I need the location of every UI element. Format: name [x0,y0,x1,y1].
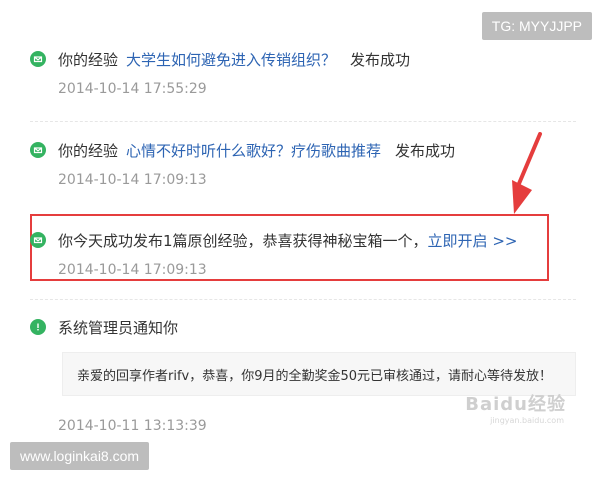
open-treasure-link[interactable]: 立即开启 >> [428,230,518,251]
admin-message: 亲爱的回享作者rifv，恭喜，你9月的全勤奖金50元已审核通过，请耐心等待发放！ [77,369,553,384]
feed-item: 你今天成功发布1篇原创经验，恭喜获得神秘宝箱一个， 立即开启 >> 2014-1… [30,228,576,278]
feed-item: 你的经验 大学生如何避免进入传销组织？ 发布成功 2014-10-14 17:5… [30,47,576,97]
feed-item-status: 发布成功 [395,141,456,160]
feed-item-header: 你的经验 心情不好时听什么歌好？疗伤歌曲推荐 发布成功 [30,138,576,162]
red-arrow-annotation [512,132,542,214]
divider [30,121,576,122]
feed-item: 你的经验 心情不好时听什么歌好？疗伤歌曲推荐 发布成功 2014-10-14 1… [30,138,576,188]
divider [30,299,576,300]
feed-item-time: 2014-10-11 13:13:39 [58,418,207,434]
mail-icon [30,232,46,248]
feed-item-header: 你的经验 大学生如何避免进入传销组织？ 发布成功 [30,47,576,71]
feed-item-prefix: 你的经验 [58,50,119,69]
experience-link[interactable]: 大学生如何避免进入传销组织？ [126,49,336,70]
feed-item-status: 发布成功 [350,50,411,69]
mail-icon [30,51,46,67]
feed-item-header: 系统管理员通知你 [30,315,576,339]
notification-feed: 你的经验 大学生如何避免进入传销组织？ 发布成功 2014-10-14 17:5… [0,0,600,480]
mail-icon [30,142,46,158]
baidu-watermark-url: jingyan.baidu.com [490,416,564,425]
reward-text: 你今天成功发布1篇原创经验，恭喜获得神秘宝箱一个， [58,231,428,250]
alert-icon [30,319,46,335]
experience-link[interactable]: 心情不好时听什么歌好？疗伤歌曲推荐 [126,140,381,161]
feed-item: 系统管理员通知你 [30,315,576,339]
feed-item-prefix: 你的经验 [58,141,119,160]
baidu-watermark: Baidu经验 [465,394,566,415]
feed-item-header: 你今天成功发布1篇原创经验，恭喜获得神秘宝箱一个， 立即开启 >> [30,228,576,252]
admin-title: 系统管理员通知你 [58,318,179,337]
feed-item-time: 2014-10-14 17:09:13 [58,262,207,278]
tg-watermark: TG: MYYJJPP [481,12,592,40]
site-watermark: www.loginkai8.com [10,442,150,470]
feed-item-time: 2014-10-14 17:55:29 [58,81,207,97]
feed-item-time: 2014-10-14 17:09:13 [58,172,207,188]
